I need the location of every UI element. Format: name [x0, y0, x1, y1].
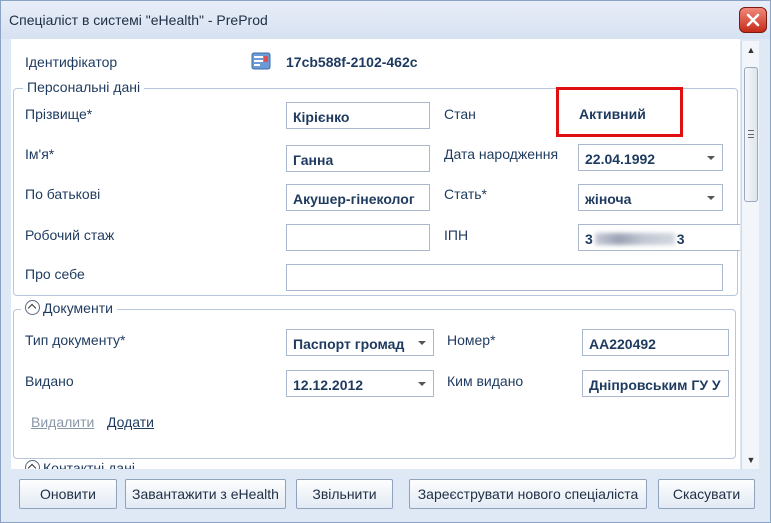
contacts-title-text: Контактні дані [43, 460, 135, 469]
close-icon [746, 13, 760, 27]
collapse-icon[interactable] [25, 300, 40, 315]
doc-number-label: Номер* [447, 332, 496, 348]
chevron-down-icon [418, 341, 426, 345]
gender-select[interactable]: жіноча [578, 184, 723, 211]
issued-by-input[interactable]: Дніпровським ГУ У [582, 370, 729, 397]
scroll-up-icon[interactable]: ▲ [742, 41, 760, 59]
doc-type-select[interactable]: Паспорт громад [286, 329, 434, 356]
surname-label: Прізвище* [25, 106, 93, 122]
issued-date-label: Видано [25, 373, 74, 389]
title-bar[interactable]: Спеціаліст в системі "eHealth" - PreProd [1, 1, 770, 39]
gender-label: Стать* [444, 186, 487, 202]
documents-title-text: Документи [43, 300, 113, 316]
birthdate-picker[interactable]: 22.04.1992 [578, 144, 723, 171]
gender-value: жіноча [585, 191, 632, 207]
chevron-down-icon [707, 156, 715, 160]
chevron-down-icon [418, 382, 426, 386]
birthdate-value: 22.04.1992 [585, 151, 656, 167]
doc-number-input[interactable]: AA220492 [582, 329, 729, 356]
cancel-button[interactable]: Скасувати [658, 479, 755, 509]
tax-id-label: ІПН [444, 227, 469, 243]
about-input[interactable] [286, 264, 723, 291]
redacted-blur [594, 233, 675, 245]
vertical-scrollbar[interactable]: ▲ ▼ [741, 41, 759, 469]
add-document-link[interactable]: Додати [107, 414, 154, 430]
register-new-specialist-button[interactable]: Зареєструвати нового спеціаліста [409, 479, 647, 509]
form-content: Ідентифікатор 17cb588f-2102-462c Персона… [11, 39, 740, 469]
surname-input[interactable]: Кірієнко [286, 102, 430, 129]
issued-date-value: 12.12.2012 [293, 377, 364, 393]
identifier-label: Ідентифікатор [25, 54, 118, 70]
status-highlight-box [556, 87, 683, 137]
name-label: Ім'я* [25, 146, 55, 162]
doc-type-label: Тип документу* [25, 332, 126, 348]
about-label: Про себе [25, 266, 85, 282]
issued-date-picker[interactable]: 12.12.2012 [286, 370, 434, 397]
scroll-down-icon[interactable]: ▼ [742, 451, 760, 469]
doc-type-value: Паспорт громад [293, 336, 405, 352]
dialog-window: Спеціаліст в системі "eHealth" - PreProd… [0, 0, 771, 523]
refresh-button[interactable]: Оновити [19, 479, 117, 509]
contacts-title[interactable]: Контактні дані [21, 460, 139, 469]
load-from-ehealth-button[interactable]: Завантажити з eHealth [125, 479, 286, 509]
birthdate-label: Дата народження [444, 146, 559, 162]
chevron-down-icon [707, 196, 715, 200]
delete-document-link[interactable]: Видалити [31, 414, 94, 430]
patronymic-label: По батькові [25, 186, 101, 202]
personal-data-title: Персональні дані [23, 79, 145, 95]
experience-label: Робочий стаж [25, 227, 115, 243]
scroll-thumb[interactable] [744, 67, 758, 202]
dismiss-button[interactable]: Звільнити [296, 479, 393, 509]
collapse-icon[interactable] [25, 460, 40, 469]
window-title: Спеціаліст в системі "eHealth" - PreProd [9, 12, 268, 28]
identifier-value: 17cb588f-2102-462c [286, 54, 418, 70]
experience-input[interactable] [286, 224, 430, 251]
tax-id-start: 3 [585, 231, 593, 247]
issued-by-label: Ким видано [447, 373, 524, 389]
patronymic-input[interactable]: Акушер-гінеколог [286, 184, 430, 211]
tax-id-input[interactable]: 33 [578, 224, 740, 251]
status-label: Стан [444, 106, 476, 122]
documents-title[interactable]: Документи [21, 300, 117, 316]
name-input[interactable]: Ганна [286, 145, 430, 172]
tax-id-end: 3 [676, 231, 685, 247]
id-card-icon [251, 52, 271, 73]
close-button[interactable] [739, 7, 767, 33]
grip-icon [748, 130, 754, 138]
